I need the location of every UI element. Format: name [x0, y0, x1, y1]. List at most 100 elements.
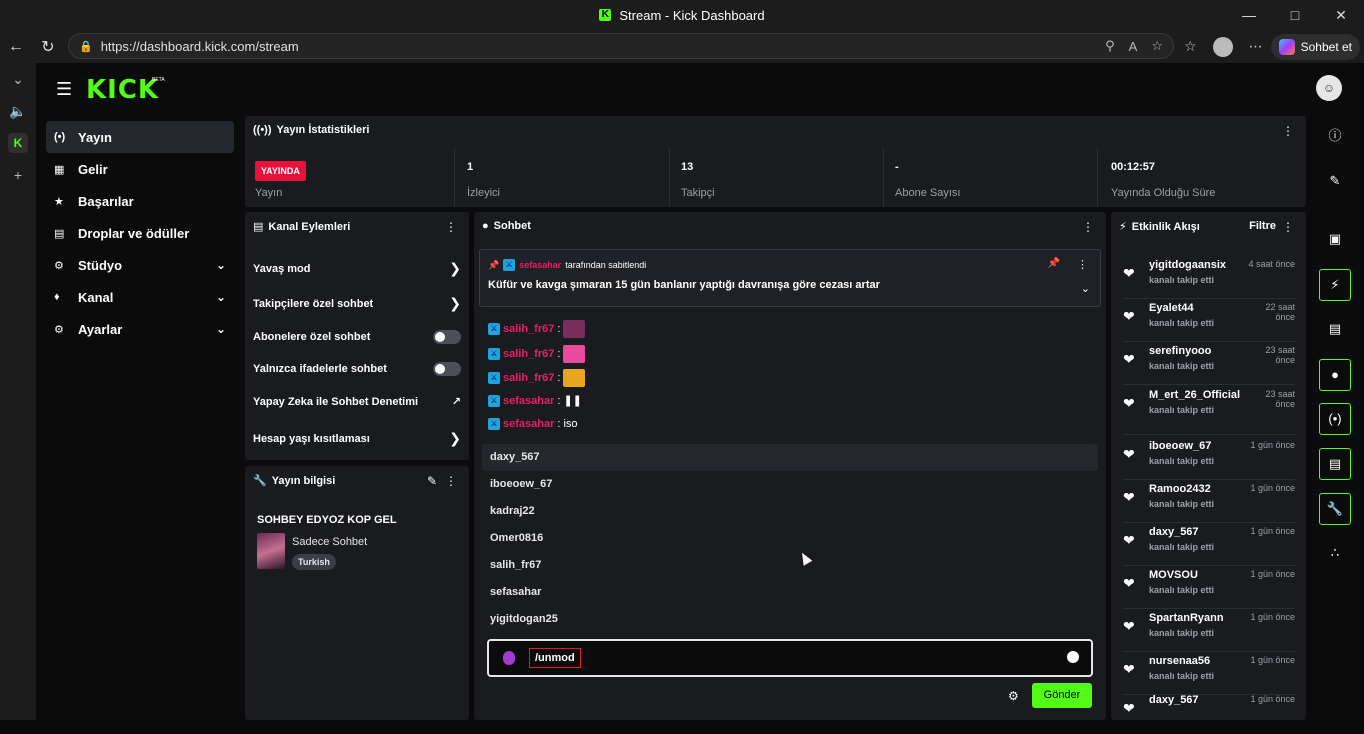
heart-icon: ❤	[1123, 618, 1135, 634]
suggestion-item[interactable]: daxy_567	[482, 444, 1098, 471]
zoom-icon[interactable]: ⚲	[1105, 38, 1115, 54]
emoji-icon[interactable]	[1067, 651, 1079, 663]
chevron-right-icon: ❯	[449, 260, 461, 276]
more-options-icon[interactable]: ⋮	[1282, 124, 1294, 138]
wrench-icon[interactable]: 🔧	[1319, 493, 1351, 525]
event-item[interactable]: ❤ Ramoo2432 kanalı takip etti 1 gün önce	[1123, 483, 1295, 523]
more-options-icon[interactable]: ⋮	[445, 474, 457, 488]
event-username: Ramoo2432	[1149, 483, 1211, 495]
chevron-down-icon[interactable]: ⌄	[1081, 282, 1090, 295]
lock-icon: 🔒	[79, 40, 93, 53]
send-button[interactable]: Gönder	[1032, 683, 1092, 708]
suggestion-item[interactable]: sefasahar	[482, 579, 1098, 606]
emote-only-toggle[interactable]	[433, 362, 461, 376]
account-age-row[interactable]: Hesap yaşı kısıtlaması ❯	[253, 430, 461, 447]
event-item[interactable]: ❤ iboeoew_67 kanalı takip etti 1 gün önce	[1123, 440, 1295, 480]
chat-bubble-icon: ●	[482, 220, 489, 232]
profile-avatar[interactable]	[1212, 36, 1233, 57]
event-time: 23 saat önce	[1265, 389, 1295, 409]
address-bar[interactable]: 🔒 https://dashboard.kick.com/stream ⚲ A …	[68, 33, 1174, 59]
info-icon[interactable]: ⓘ	[1319, 120, 1351, 152]
event-item[interactable]: ❤ daxy_567 kanalı takip etti 1 gün önce	[1123, 526, 1295, 566]
maximize-icon[interactable]: □	[1272, 0, 1318, 30]
screen-capture-icon[interactable]: ▣	[1319, 223, 1351, 255]
chat-input[interactable]: /unmod	[487, 639, 1093, 677]
microphone-icon[interactable]	[503, 651, 515, 665]
activity-feed-panel: ⚡ Etkinlik Akışı Filtre ⋮ ❤ yigitdogaansi…	[1111, 212, 1306, 720]
event-item[interactable]: ❤ yigitdogaansix kanalı takip etti 4 saat ö…	[1123, 259, 1295, 299]
sidebar-item-kanal[interactable]: ♦ Kanal ⌄	[46, 281, 234, 313]
edit-pencil-icon[interactable]: ✎	[1319, 165, 1351, 197]
chat-message[interactable]: ⚔ sefasahar: ❚❚	[488, 394, 582, 407]
chevron-down-icon[interactable]: ⌄	[0, 63, 36, 95]
user-avatar[interactable]: ☺	[1316, 75, 1342, 101]
more-options-icon[interactable]: ⋮	[445, 220, 457, 234]
share-icon[interactable]: ∴	[1319, 537, 1351, 569]
read-aloud-icon[interactable]: A	[1129, 39, 1138, 54]
filter-button[interactable]: Filtre	[1249, 220, 1276, 232]
chat-message[interactable]: ⚔ salih_fr67:	[488, 320, 586, 338]
beta-label: BETA	[152, 77, 165, 83]
chat-settings-gear-icon[interactable]: ⚙	[1008, 689, 1019, 703]
add-icon[interactable]: +	[0, 159, 36, 191]
event-type: kanalı takip etti	[1149, 585, 1215, 595]
reload-icon[interactable]: ↻	[32, 37, 64, 57]
event-time: 1 gün önce	[1250, 612, 1295, 622]
chat-message[interactable]: ⚔ salih_fr67:	[488, 369, 586, 387]
stat-subscribers: - Abone Sayısı	[885, 148, 1098, 207]
favorite-star-icon[interactable]: ☆	[1151, 38, 1163, 54]
sidebar-item-ayarlar[interactable]: ⚙ Ayarlar ⌄	[46, 313, 234, 345]
back-arrow-icon[interactable]: ←	[0, 38, 32, 56]
unpin-icon[interactable]: 📌	[1048, 258, 1060, 269]
emote-image: ❚❚	[563, 395, 582, 407]
edit-pencil-icon[interactable]: ✎	[427, 474, 437, 488]
moderator-badge-icon: ⚔	[488, 348, 500, 360]
more-options-icon[interactable]: ⋮	[1077, 258, 1088, 271]
sidebar-item-gelir[interactable]: ▦ Gelir	[46, 153, 234, 185]
gift-icon: ▤	[54, 227, 65, 240]
event-item[interactable]: ❤ Eyalet44 kanalı takip etti 22 saat önce	[1123, 302, 1295, 342]
suggestion-item[interactable]: salih_fr67	[482, 552, 1098, 579]
event-item[interactable]: ❤ serefinyooo kanalı takip etti 23 saat önc…	[1123, 345, 1295, 385]
followers-only-row[interactable]: Takipçilere özel sohbet ❯	[253, 295, 461, 312]
event-type: kanalı takip etti	[1149, 499, 1215, 509]
minimize-icon[interactable]: —	[1226, 0, 1272, 30]
suggestion-item[interactable]: iboeoew_67	[482, 471, 1098, 498]
favorites-icon[interactable]: ☆	[1184, 38, 1197, 55]
event-item[interactable]: ❤ daxy_567 1 gün önce	[1123, 694, 1295, 734]
slow-mode-row[interactable]: Yavaş mod ❯	[253, 260, 461, 277]
more-icon[interactable]: ⋯	[1249, 38, 1263, 55]
hamburger-menu-icon[interactable]: ☰	[56, 79, 72, 100]
broadcast-icon[interactable]: (•)	[1319, 403, 1351, 435]
channel-icon[interactable]: ▤	[1319, 448, 1351, 480]
chat-message[interactable]: ⚔ sefasahar: iso	[488, 418, 578, 430]
kick-logo[interactable]: KICK	[86, 75, 159, 105]
chat-panel: ● Sohbet ⋮ ⚔ salih_fr67: ⚔ salih_fr67: ⚔…	[474, 212, 1106, 720]
ai-moderation-row[interactable]: Yapay Zeka ile Sohbet Denetimi ↗	[253, 395, 461, 409]
sidebar-item-studyo[interactable]: ⚙ Stüdyo ⌄	[46, 249, 234, 281]
kick-tab-icon[interactable]: K	[8, 133, 28, 153]
panel-title: ● Sohbet	[482, 220, 531, 232]
close-icon[interactable]: ✕	[1318, 0, 1364, 30]
chat-message[interactable]: ⚔ salih_fr67:	[488, 345, 586, 363]
suggestion-item[interactable]: Omer0816	[482, 525, 1098, 552]
event-item[interactable]: ❤ M_ert_26_Official kanalı takip etti 23 sa…	[1123, 389, 1295, 435]
event-username: serefinyooo	[1149, 345, 1212, 357]
sidebar-item-yayin[interactable]: (•) Yayın	[46, 121, 234, 153]
heart-icon: ❤	[1123, 308, 1135, 324]
suggestion-item[interactable]: yigitdogan25	[482, 606, 1098, 633]
lightning-icon[interactable]: ⚡	[1319, 269, 1351, 301]
sidebar-item-basarilar[interactable]: ★ Başarılar	[46, 185, 234, 217]
sidebar-item-droplar[interactable]: ▤ Droplar ve ödüller	[46, 217, 234, 249]
more-options-icon[interactable]: ⋮	[1082, 220, 1094, 234]
copilot-button[interactable]: Sohbet et	[1270, 34, 1360, 60]
event-item[interactable]: ❤ nursenaa56 kanalı takip etti 1 gün önce	[1123, 655, 1295, 695]
more-options-icon[interactable]: ⋮	[1282, 220, 1294, 234]
event-item[interactable]: ❤ MOVSOU kanalı takip etti 1 gün önce	[1123, 569, 1295, 609]
chat-bubble-icon[interactable]: ●	[1319, 359, 1351, 391]
mute-icon[interactable]: 🔈	[0, 95, 36, 127]
event-item[interactable]: ❤ SpartanRyann kanalı takip etti 1 gün önce	[1123, 612, 1295, 652]
notes-icon[interactable]: ▤	[1319, 313, 1351, 345]
suggestion-item[interactable]: kadraj22	[482, 498, 1098, 525]
subscribers-only-toggle[interactable]	[433, 330, 461, 344]
